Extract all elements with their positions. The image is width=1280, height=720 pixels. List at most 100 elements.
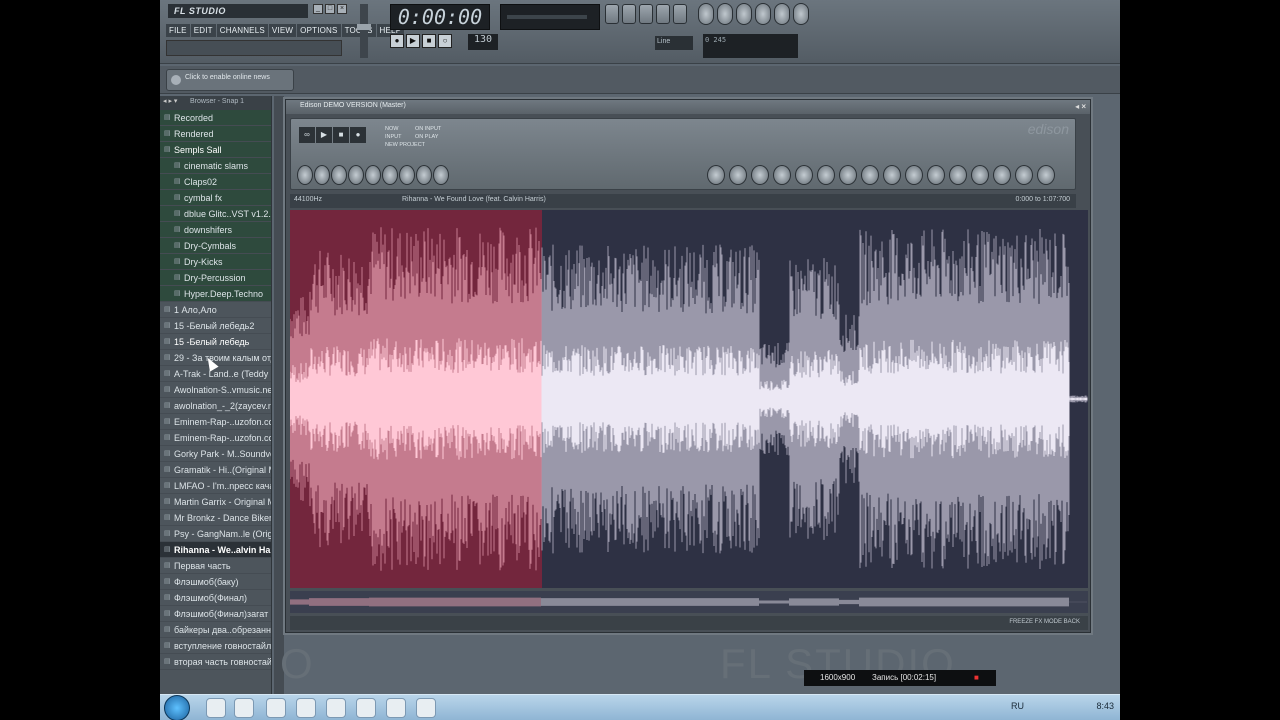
app-icon[interactable] xyxy=(326,698,346,718)
browser-item[interactable]: Claps02 xyxy=(160,174,271,190)
tool-icon[interactable] xyxy=(971,165,989,185)
play-button[interactable]: ▶ xyxy=(406,34,420,48)
browser-item[interactable]: Martin Garrix - Original Mix xyxy=(160,494,271,510)
browser-item[interactable]: Eminem-Rap-..uzofon.com) xyxy=(160,414,271,430)
tool-icon[interactable] xyxy=(927,165,945,185)
tool-icon[interactable] xyxy=(795,165,813,185)
edison-stop-button[interactable]: ■ xyxy=(333,127,349,143)
mode-on-input[interactable]: ON INPUT xyxy=(415,125,441,133)
browser-item[interactable]: Sempls Sall xyxy=(160,142,271,158)
playlist-icon[interactable] xyxy=(605,4,619,24)
browser-item[interactable]: Dry-Percussion xyxy=(160,270,271,286)
tool-icon[interactable] xyxy=(297,165,313,185)
tool-icon[interactable] xyxy=(751,165,769,185)
tool-icon[interactable] xyxy=(839,165,857,185)
menu-edit[interactable]: EDIT xyxy=(190,24,216,37)
tool-icon[interactable] xyxy=(773,165,791,185)
browser-title[interactable]: Browser - Snap 1 xyxy=(160,96,271,110)
tool-icon[interactable] xyxy=(399,165,415,185)
close-button[interactable]: × xyxy=(337,4,347,14)
clock[interactable]: 8:43 xyxy=(1096,701,1114,711)
plugin-icon[interactable] xyxy=(717,3,733,25)
mode-new-project[interactable]: NEW PROJECT xyxy=(385,141,425,149)
overview-scrollbar[interactable] xyxy=(289,591,1088,613)
player-icon[interactable] xyxy=(296,698,316,718)
browser-item[interactable]: Eminem-Rap-..uzofon.com) xyxy=(160,430,271,446)
browser-item[interactable]: cymbal fx xyxy=(160,190,271,206)
master-volume-slider[interactable] xyxy=(357,4,371,58)
browser-item[interactable]: байкеры два..обрезанные xyxy=(160,622,271,638)
browser-item[interactable]: Dry-Kicks xyxy=(160,254,271,270)
loop-button[interactable]: ∞ xyxy=(299,127,315,143)
menu-view[interactable]: VIEW xyxy=(268,24,297,37)
wrench-icon[interactable] xyxy=(755,3,771,25)
edison-record-button[interactable]: ● xyxy=(350,127,366,143)
browser-item[interactable]: Флэшмоб(баку) xyxy=(160,574,271,590)
tool-icon[interactable] xyxy=(861,165,879,185)
slider-handle[interactable] xyxy=(357,24,371,30)
browser-item[interactable]: Mr Bronkz - Dance Bikers xyxy=(160,510,271,526)
tempo-display[interactable]: 130 xyxy=(468,34,498,50)
browser-item[interactable]: 15 -Белый лебедь xyxy=(160,334,271,350)
tool-icon[interactable] xyxy=(883,165,901,185)
recorder-resolution[interactable]: 1600x900 xyxy=(820,673,855,682)
browser-item[interactable]: awolnation_-_2(zaycev.net) xyxy=(160,398,271,414)
tool-icon[interactable] xyxy=(314,165,330,185)
tool-icon[interactable] xyxy=(949,165,967,185)
step-sequencer-icon[interactable] xyxy=(622,4,636,24)
tool-icon[interactable] xyxy=(905,165,923,185)
browser-item[interactable]: Psy - GangNam..le (Original) xyxy=(160,526,271,542)
explorer-icon[interactable] xyxy=(206,698,226,718)
menu-options[interactable]: OPTIONS xyxy=(297,24,341,37)
menu-channels[interactable]: CHANNELS xyxy=(216,24,268,37)
browser-item[interactable]: downshifers xyxy=(160,222,271,238)
menu-file[interactable]: FILE xyxy=(166,24,190,37)
fl-studio-icon[interactable] xyxy=(416,698,436,718)
tool-icon[interactable] xyxy=(433,165,449,185)
tool-icon[interactable] xyxy=(416,165,432,185)
record-button[interactable]: ● xyxy=(390,34,404,48)
browser-item[interactable]: cinematic slams xyxy=(160,158,271,174)
browser-item[interactable]: Флэшмоб(Финал)загат xyxy=(160,606,271,622)
scissors-icon[interactable] xyxy=(736,3,752,25)
start-button[interactable] xyxy=(164,695,190,720)
utorrent-icon[interactable] xyxy=(356,698,376,718)
maximize-button[interactable]: □ xyxy=(325,4,335,14)
piano-roll-icon[interactable] xyxy=(639,4,653,24)
waveform-view[interactable] xyxy=(290,210,1088,588)
edison-status-right[interactable]: FREEZE FX MODE BACK xyxy=(1009,619,1080,625)
browser-item[interactable]: Gramatik - Hi..(Original Mix) xyxy=(160,462,271,478)
browser-item[interactable]: 15 -Белый лебедь2 xyxy=(160,318,271,334)
tool-icon[interactable] xyxy=(1015,165,1033,185)
browser-item[interactable]: 1 Ало,Ало xyxy=(160,302,271,318)
mixer-icon[interactable] xyxy=(673,4,687,24)
pattern-song-toggle[interactable]: ○ xyxy=(438,34,452,48)
edison-close-icon[interactable]: ◂ × xyxy=(1075,102,1086,111)
edison-play-button[interactable]: ▶ xyxy=(316,127,332,143)
tool-icon[interactable] xyxy=(382,165,398,185)
tool-icon[interactable] xyxy=(1037,165,1055,185)
mode-on-play[interactable]: ON PLAY xyxy=(415,133,441,141)
browser-item[interactable]: LMFAO - I'm..npecc качать) xyxy=(160,478,271,494)
tool-icon[interactable] xyxy=(365,165,381,185)
browser-item[interactable]: Rendered xyxy=(160,126,271,142)
tool-icon[interactable] xyxy=(331,165,347,185)
tool-icon[interactable] xyxy=(993,165,1011,185)
skype-icon[interactable] xyxy=(386,698,406,718)
browser-item[interactable]: Recorded xyxy=(160,110,271,126)
browser-icon[interactable] xyxy=(656,4,670,24)
browser-item[interactable]: Hyper.Deep.Techno xyxy=(160,286,271,302)
browser-item[interactable]: dblue Glitc..VST v1.2.1 xyxy=(160,206,271,222)
browser-item[interactable]: Rihanna - We..alvin Harris) xyxy=(160,542,271,558)
browser-item[interactable]: Gorky Park - M..Soundvor.ru xyxy=(160,446,271,462)
browser-item[interactable]: вступление говностайл) xyxy=(160,638,271,654)
metronome-icon[interactable] xyxy=(698,3,714,25)
browser-item[interactable]: Awolnation-S..vmusic.net) xyxy=(160,382,271,398)
pattern-selector[interactable]: Line xyxy=(655,36,693,50)
time-display[interactable]: 0:00:00 xyxy=(390,4,490,30)
document-icon[interactable] xyxy=(774,3,790,25)
minimize-button[interactable]: _ xyxy=(313,4,323,14)
media-icon[interactable] xyxy=(234,698,254,718)
language-indicator[interactable]: RU xyxy=(1011,701,1024,711)
chrome-icon[interactable] xyxy=(266,698,286,718)
